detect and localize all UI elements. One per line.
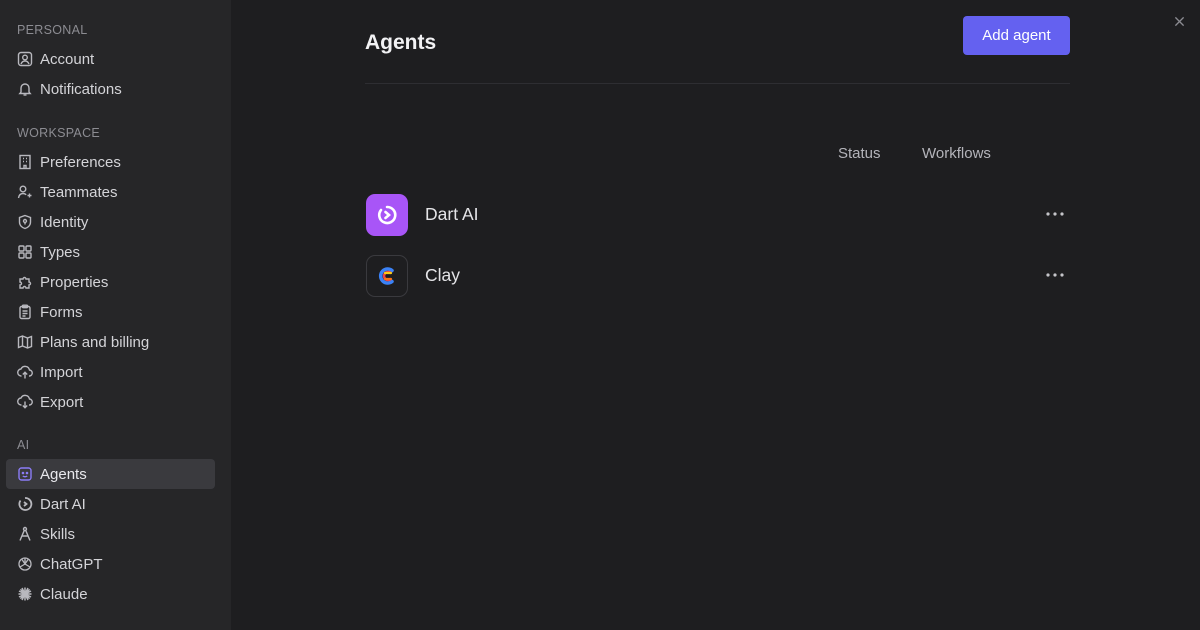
more-horizontal-icon [1046, 273, 1064, 277]
puzzle-icon [17, 274, 33, 290]
page-title: Agents [365, 30, 437, 54]
add-agent-button[interactable]: Add agent [963, 16, 1070, 55]
agent-row-dart-ai[interactable]: Dart AI [365, 184, 1070, 245]
column-header-workflows[interactable]: Workflows [922, 145, 991, 162]
sidebar-item-teammates[interactable]: Teammates [6, 177, 215, 207]
sidebar-item-label: Notifications [40, 80, 122, 98]
sidebar-item-dart-ai[interactable]: Dart AI [6, 489, 215, 519]
grid-icon [17, 244, 33, 260]
clay-logo [366, 254, 408, 297]
building-icon [17, 154, 33, 170]
sidebar-item-export[interactable]: Export [6, 387, 215, 417]
sidebar-item-preferences[interactable]: Preferences [6, 147, 215, 177]
column-header-status[interactable]: Status [838, 145, 881, 162]
sidebar-item-label: Plans and billing [40, 333, 150, 351]
sidebar-item-chatgpt[interactable]: ChatGPT [6, 549, 215, 579]
shield-icon [17, 214, 33, 230]
sidebar-item-identity[interactable]: Identity [6, 207, 215, 237]
sidebar-item-notifications[interactable]: Notifications [6, 74, 215, 104]
close-icon [1174, 16, 1185, 27]
sidebar-item-label: Teammates [40, 183, 118, 201]
sidebar-item-plans-and-billing[interactable]: Plans and billing [6, 327, 215, 357]
sidebar-item-label: Properties [40, 273, 109, 291]
clipboard-icon [17, 304, 33, 320]
map-icon [17, 334, 33, 350]
sidebar-item-label: Agents [40, 465, 87, 483]
dart-logo [366, 193, 408, 236]
sidebar-item-import[interactable]: Import [6, 357, 215, 387]
bot-icon [17, 466, 33, 482]
sidebar-item-label: ChatGPT [40, 555, 103, 573]
section-label-ai: AI [17, 438, 30, 452]
sidebar-item-label: Skills [40, 525, 76, 543]
sidebar-item-label: Import [40, 363, 83, 381]
user-square-icon [17, 51, 33, 67]
sidebar-item-agents[interactable]: Agents [6, 459, 215, 489]
compass-icon [17, 526, 33, 542]
openai-icon [17, 556, 33, 572]
sidebar-item-label: Preferences [40, 153, 121, 171]
claude-icon [17, 586, 33, 602]
bell-icon [17, 81, 33, 97]
user-plus-icon [17, 184, 33, 200]
agent-name: Dart AI [425, 204, 479, 224]
agent-name: Clay [425, 265, 461, 285]
more-options-button[interactable] [1040, 263, 1070, 287]
sidebar-item-label: Forms [40, 303, 83, 321]
close-button[interactable] [1170, 12, 1188, 30]
sidebar-item-label: Export [40, 393, 84, 411]
sidebar-item-claude[interactable]: Claude [6, 579, 215, 609]
section-label-workspace: WORKSPACE [17, 126, 101, 140]
agent-row-clay[interactable]: Clay [365, 245, 1070, 306]
dart-icon [17, 496, 33, 512]
section-label-personal: PERSONAL [17, 23, 88, 37]
sidebar-item-label: Identity [40, 213, 89, 231]
sidebar-item-properties[interactable]: Properties [6, 267, 215, 297]
sidebar-item-skills[interactable]: Skills [6, 519, 215, 549]
settings-sidebar: PERSONAL Account Notifications WORKSPACE… [0, 0, 231, 630]
agents-panel: Agents Add agent Status Workflows Dart A… [365, 0, 1070, 306]
sidebar-item-types[interactable]: Types [6, 237, 215, 267]
more-horizontal-icon [1046, 212, 1064, 216]
sidebar-item-account[interactable]: Account [6, 44, 215, 74]
sidebar-item-label: Account [40, 50, 95, 68]
sidebar-item-label: Dart AI [40, 495, 86, 513]
table-header: Status Workflows [365, 84, 1070, 184]
page-header: Agents Add agent [365, 0, 1070, 84]
sidebar-item-label: Claude [40, 585, 88, 603]
sidebar-item-label: Types [40, 243, 81, 261]
download-cloud-icon [17, 394, 33, 410]
sidebar-item-forms[interactable]: Forms [6, 297, 215, 327]
upload-cloud-icon [17, 364, 33, 380]
more-options-button[interactable] [1040, 202, 1070, 226]
